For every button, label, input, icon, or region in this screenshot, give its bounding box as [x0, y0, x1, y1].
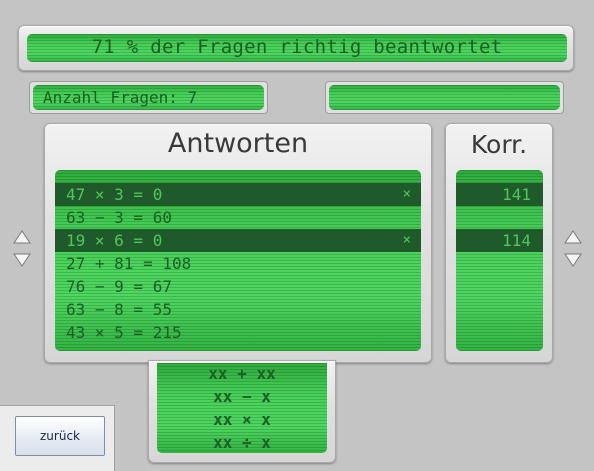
correction-row[interactable]: [456, 298, 543, 321]
answer-row[interactable]: 19 × 6 = 0 ×: [55, 229, 421, 252]
answer-row[interactable]: 63 − 3 = 60: [55, 206, 421, 229]
answer-text: 27 + 81 = 108: [66, 254, 192, 273]
correction-row[interactable]: 114: [456, 229, 543, 252]
correction-row[interactable]: [456, 321, 543, 344]
scroll-down-icon[interactable]: [13, 253, 31, 267]
answers-list[interactable]: 47 × 3 = 0 × 63 − 3 = 60 19 × 6 = 0 × 27 + 81…: [55, 170, 421, 351]
back-button[interactable]: zurück: [15, 416, 105, 456]
blank-display: [329, 85, 560, 110]
answer-text: 47 × 3 = 0: [66, 185, 163, 204]
back-button-area: zurück: [0, 405, 115, 471]
operation-item[interactable]: xx + xx: [157, 362, 327, 385]
operation-item[interactable]: xx ÷ x: [157, 431, 327, 454]
answer-text: 43 × 5 = 215: [66, 323, 182, 342]
question-count-display: Anzahl Fragen: 7: [33, 85, 264, 110]
operation-item[interactable]: xx × x: [157, 408, 327, 431]
scroll-up-icon[interactable]: [564, 230, 582, 244]
wrong-mark-icon: ×: [402, 232, 411, 248]
corrections-title: Korr.: [470, 130, 528, 159]
wrong-mark-icon: ×: [402, 186, 411, 202]
corrections-list[interactable]: 141 114: [456, 170, 543, 351]
status-display: 71 % der Fragen richtig beantwortet: [27, 34, 567, 62]
scroll-up-icon[interactable]: [13, 230, 31, 244]
answer-row[interactable]: 47 × 3 = 0 ×: [55, 183, 421, 206]
question-count-text: Anzahl Fragen: 7: [43, 88, 198, 107]
correction-row[interactable]: [456, 252, 543, 275]
answer-row[interactable]: 63 − 8 = 55: [55, 298, 421, 321]
answer-row[interactable]: 27 + 81 = 108: [55, 252, 421, 275]
answer-text: 63 − 8 = 55: [66, 300, 172, 319]
correction-row[interactable]: [456, 275, 543, 298]
correction-value: 141: [502, 185, 531, 204]
correction-row[interactable]: 141: [456, 183, 543, 206]
answer-text: 63 − 3 = 60: [66, 208, 172, 227]
correction-row[interactable]: [456, 206, 543, 229]
operation-item[interactable]: xx − x: [157, 385, 327, 408]
answer-text: 76 − 9 = 67: [66, 277, 172, 296]
answer-row[interactable]: 43 × 5 = 215: [55, 321, 421, 344]
answer-text: 19 × 6 = 0: [66, 231, 163, 250]
answer-row[interactable]: 76 − 9 = 67: [55, 275, 421, 298]
correction-value: 114: [502, 231, 531, 250]
scroll-down-icon[interactable]: [564, 253, 582, 267]
operations-list[interactable]: xx + xx xx − x xx × x xx ÷ x: [157, 363, 327, 453]
result-summary-text: 71 % der Fragen richtig beantwortet: [91, 36, 503, 58]
answers-title: Antworten: [167, 128, 309, 159]
